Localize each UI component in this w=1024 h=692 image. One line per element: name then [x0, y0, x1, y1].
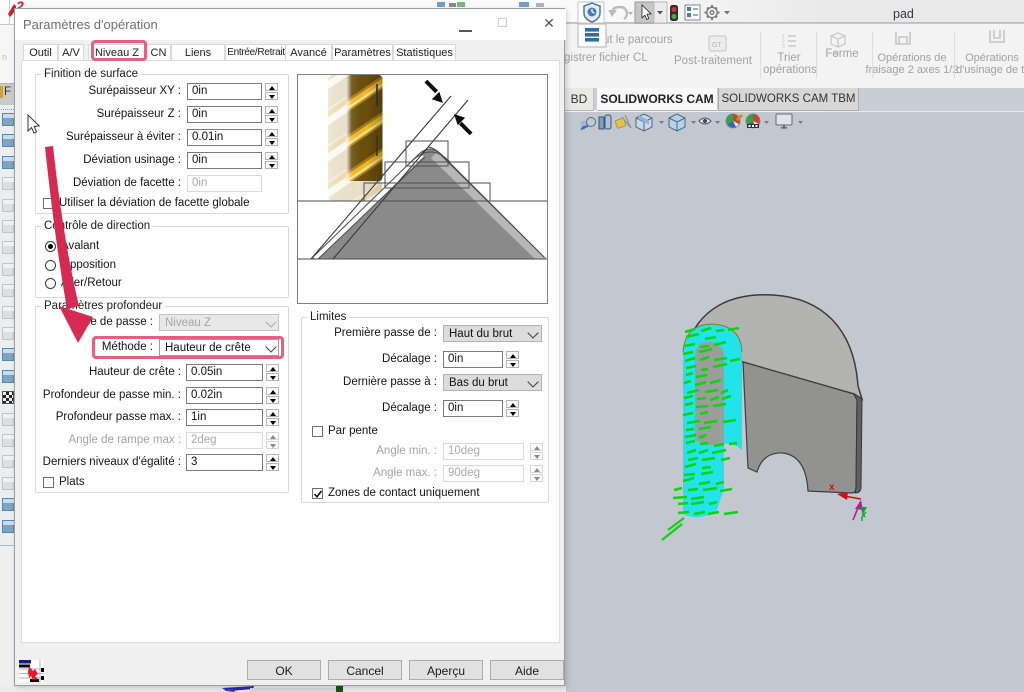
svg-text:x: x [829, 482, 835, 493]
svg-text:GT: GT [712, 42, 722, 49]
svg-text:3: 3 [782, 44, 785, 50]
